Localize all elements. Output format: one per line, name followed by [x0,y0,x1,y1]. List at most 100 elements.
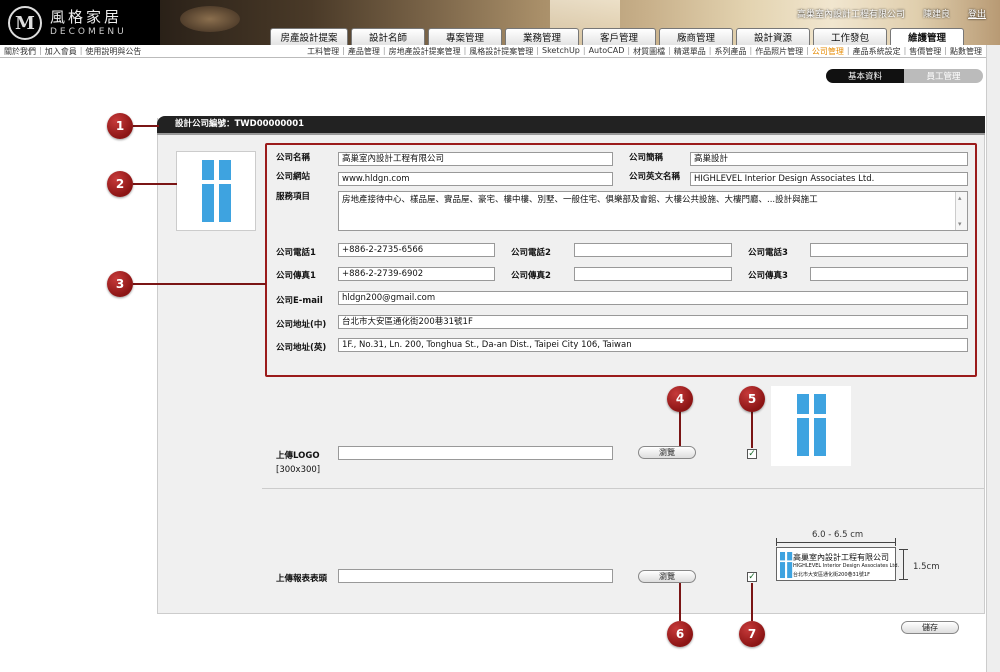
width-tick-left [776,538,777,546]
company-name: 高巢室內設計工程有限公司 [796,10,905,20]
fax1-field[interactable]: +886-2-2739-6902 [338,267,495,281]
header-preview-en: HIGHLEVEL Interior Design Associates Ltd… [793,563,900,569]
height-tick-bottom [899,579,908,580]
company-web-field[interactable]: www.hldgn.com [338,172,613,186]
upload-logo-path[interactable] [338,446,613,460]
en-name-label: 公司英文名稱 [629,172,681,182]
tab-basic-info[interactable]: 基本資料 [826,69,904,83]
phone3-field[interactable] [810,243,968,257]
header-preview-name: 高巢室內設計工程有限公司 [793,553,889,562]
fax2-field[interactable] [574,267,732,281]
width-dimension-line [776,542,896,543]
page-scrollbar[interactable] [986,45,1000,672]
sub_right-item-9[interactable]: 作品照片管理 [755,46,803,57]
service-textarea[interactable]: 房地產接待中心、樣品屋、實品屋、豪宅、樓中樓、別墅、一般住宅、俱樂部及會館、大樓… [338,191,968,231]
phone1-field[interactable]: +886-2-2735-6566 [338,243,495,257]
upload-header-label: 上傳報表表頭 [276,574,328,584]
user-name[interactable]: 陳建良 [923,7,950,20]
sub-nav-right: 工料管理 | 產品管理 | 房地產設計提案管理 | 風格設計提案管理 | SketchUp | Au… [307,46,982,57]
nav-tab-3[interactable]: 業務管理 [505,28,579,45]
sub_right-item-11[interactable]: 產品系統設定 [853,46,901,57]
callout-5: 5 [739,386,765,412]
service-text: 房地產接待中心、樣品屋、實品屋、豪宅、樓中樓、別墅、一般住宅、俱樂部及會館、大樓… [342,195,818,205]
service-label: 服務項目 [276,192,311,202]
height-dimension-line [903,549,904,579]
callout-2-line [133,183,177,185]
sub_right-item-4[interactable]: SketchUp [542,46,580,57]
nav-tab-1[interactable]: 設計名師 [351,28,425,45]
callout-4-line [679,410,681,446]
company-short-field[interactable]: 高巢設計 [690,152,968,166]
company-en-name-field[interactable]: HIGHLEVEL Interior Design Associates Ltd… [690,172,968,186]
sub_right-item-7[interactable]: 精選單品 [674,46,706,57]
addr-cn-label: 公司地址(中) [276,320,327,330]
upload-header-path[interactable] [338,569,613,583]
sub_right-item-12[interactable]: 售價管理 [909,46,941,57]
sub_right-item-0[interactable]: 工料管理 [307,46,339,57]
company-name-field[interactable]: 高巢室內設計工程有限公司 [338,152,613,166]
sub-nav-separator: | [39,46,42,55]
callout-1: 1 [107,113,133,139]
textarea-scrollbar[interactable] [955,192,967,230]
header-preview: 高巢室內設計工程有限公司 HIGHLEVEL Interior Design A… [776,547,900,581]
sub_right-item-2[interactable]: 房地產設計提案管理 [389,46,461,57]
sub-nav-separator: | [668,46,671,55]
nav-tab-6[interactable]: 設計資源 [736,28,810,45]
save-button[interactable]: 儲存 [901,621,959,634]
browse-header-button[interactable]: 瀏覽 [638,570,696,583]
sub_left-item-2[interactable]: 使用說明與公告 [85,46,141,57]
nav-tab-8[interactable]: 維護管理 [890,28,964,45]
header-preview-addr: 台北市大安區通化街200巷31號1F [793,572,870,578]
section-tabs: 基本資料 員工管理 [826,69,983,83]
sub-nav-separator: | [79,46,83,55]
nav-tab-7[interactable]: 工作發包 [813,28,887,45]
callout-7-line [751,583,753,621]
sub_right-item-13[interactable]: 點數管理 [950,46,982,57]
fax2-label: 公司傳真2 [511,271,551,281]
sub-nav-separator: | [806,46,809,55]
panel-footer [157,613,985,642]
main-nav: 房產設計提案 設計名師 專案管理 業務管理 客戶管理 廠商管理 設計資源 工作發包 維護管理 [270,28,967,45]
logo-preview [771,386,851,466]
sub_left-item-0[interactable]: 關於我們 [4,46,36,57]
sub_right-item-5[interactable]: AutoCAD [589,46,625,57]
width-tick-right [895,538,896,546]
logo-mark: M [8,6,42,40]
addr-en-field[interactable]: 1F., No.31, Ln. 200, Tonghua St., Da-an … [338,338,968,352]
panel-header: 設計公司編號：TWD00000001 [157,116,985,135]
nav-tab-2[interactable]: 專案管理 [428,28,502,45]
nav-tab-0[interactable]: 房產設計提案 [270,28,348,45]
name-label: 公司名稱 [276,153,311,163]
logo-cn: 風格家居 [50,8,123,26]
fax3-field[interactable] [810,267,968,281]
sub_left-item-1[interactable]: 加入會員 [45,46,77,57]
email-label: 公司E-mail [276,296,323,306]
sub-nav-separator: | [582,46,586,55]
site-logo[interactable]: M 風格家居 DECOMENU [8,4,158,42]
sub_right-item-3[interactable]: 風格設計提案管理 [469,46,533,57]
logout-link[interactable]: 登出 [968,7,986,20]
sub_right-item-10[interactable]: 公司管理 [812,46,844,57]
nav-tab-4[interactable]: 客戶管理 [582,28,656,45]
callout-7: 7 [739,621,765,647]
addr-cn-field[interactable]: 台北市大安區通化街200巷31號1F [338,315,968,329]
sub-nav-separator: | [846,46,850,55]
email-field[interactable]: hldgn200@gmail.com [338,291,968,305]
tab-staff[interactable]: 員工管理 [904,69,983,83]
logo-checkbox[interactable]: ✓ [747,449,757,459]
sub-nav-separator: | [382,46,386,55]
sub-nav-separator: | [342,46,345,55]
sub_right-item-6[interactable]: 材質圖檔 [633,46,665,57]
fax1-label: 公司傳真1 [276,271,316,281]
callout-6: 6 [667,621,693,647]
sub_right-item-1[interactable]: 產品管理 [348,46,380,57]
sub_right-item-8[interactable]: 系列產品 [714,46,746,57]
user-bar: 高巢室內設計工程有限公司 陳建良 登出 [797,7,986,20]
browse-logo-button[interactable]: 瀏覽 [638,446,696,459]
phone2-field[interactable] [574,243,732,257]
nav-tab-5[interactable]: 廠商管理 [659,28,733,45]
section-divider [262,488,984,489]
phone2-label: 公司電話2 [511,248,551,258]
header-checkbox[interactable]: ✓ [747,572,757,582]
sub-nav: 關於我們 | 加入會員 | 使用說明與公告 工料管理 | 產品管理 | 房地產設計提案管理 | 風格… [0,45,1000,58]
